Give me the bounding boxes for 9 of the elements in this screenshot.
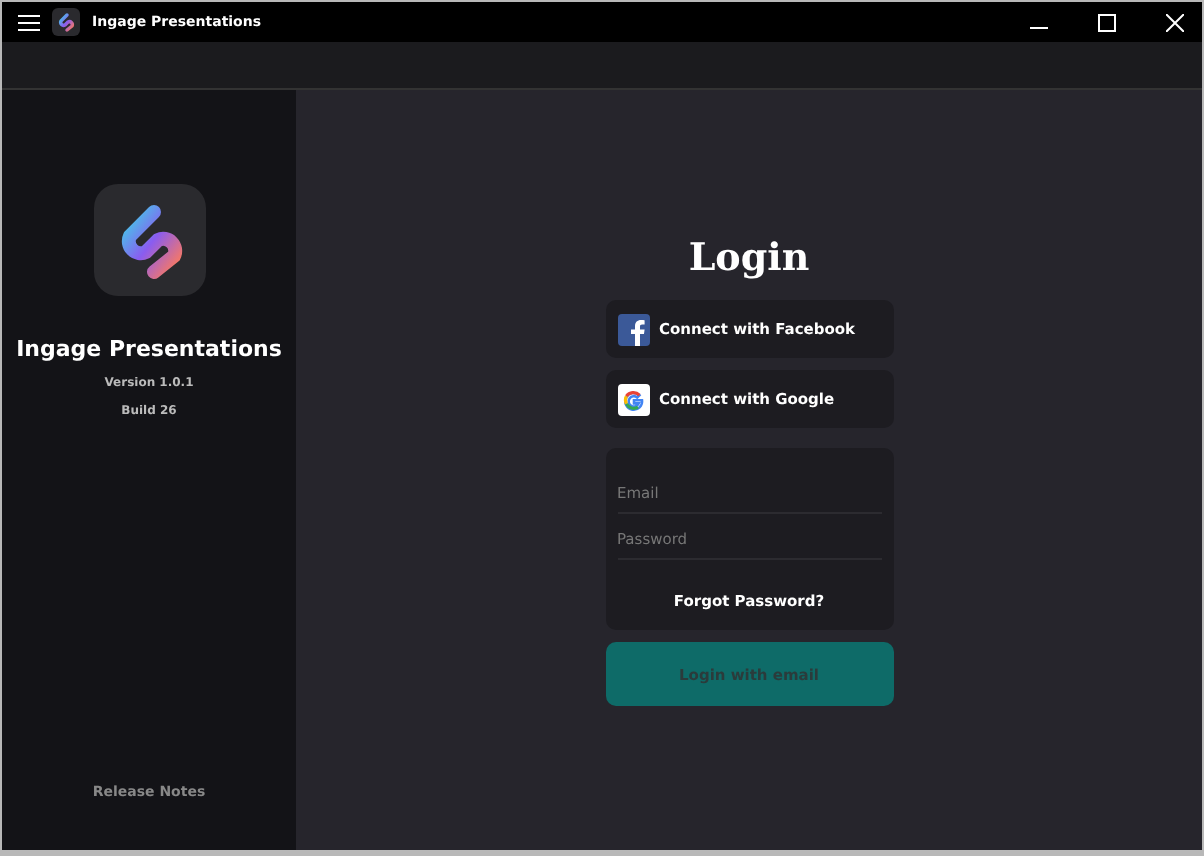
maximize-icon[interactable]: [1097, 13, 1115, 31]
app-name: Ingage Presentations: [16, 336, 282, 362]
app-logo-icon: [52, 8, 80, 36]
close-icon[interactable]: [1165, 13, 1183, 31]
app-logo-icon: [93, 184, 205, 296]
menu-icon[interactable]: [18, 13, 40, 31]
google-icon: [617, 383, 649, 415]
facebook-icon: [617, 313, 649, 345]
login-heading: Login: [688, 236, 810, 280]
